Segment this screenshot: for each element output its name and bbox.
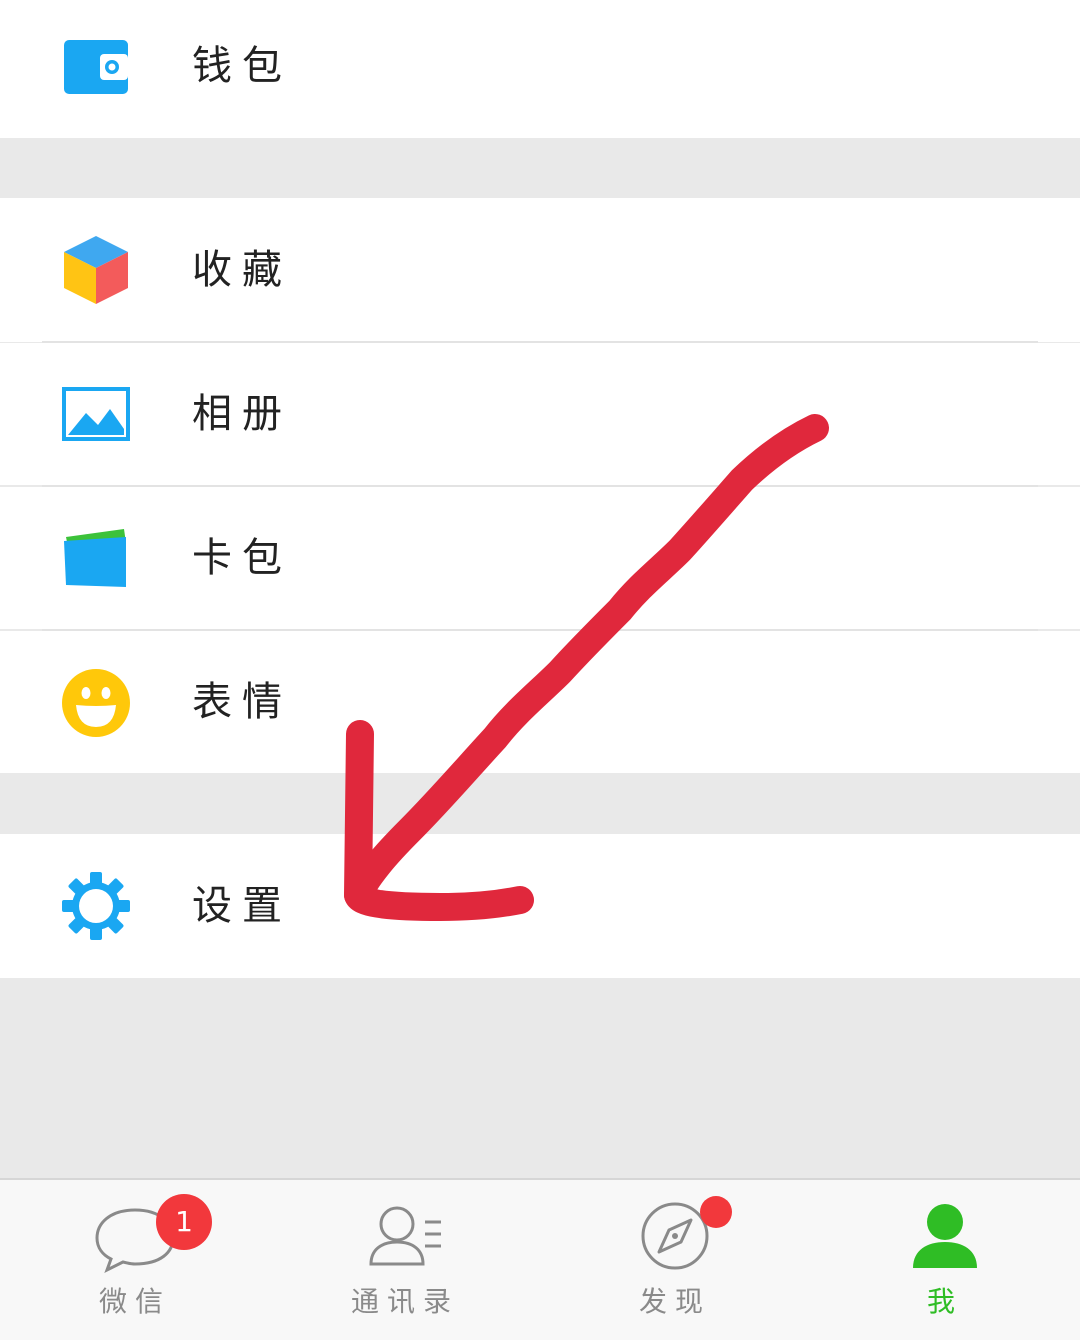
menu-item-label: 设置 [192,883,292,929]
menu-item-label: 收藏 [192,247,292,293]
tab-label: 我 [926,1285,963,1318]
card-icon [60,523,132,595]
contacts-icon [355,1198,455,1274]
gear-icon [60,870,132,942]
unread-badge: 1 [156,1194,212,1250]
menu-item-card-wallet[interactable]: 卡包 [0,487,1080,629]
tab-label: 微信 [98,1285,171,1318]
menu-item-label: 钱包 [192,43,292,89]
menu-item-album[interactable]: 相册 [0,343,1080,485]
menu-item-favorites[interactable]: 收藏 [0,198,1080,342]
menu-item-settings[interactable]: 设置 [0,834,1080,978]
wallet-icon [60,32,132,104]
tab-me[interactable]: 我 [810,1180,1080,1340]
tab-discover[interactable]: 发现 [540,1180,810,1340]
menu-item-stickers[interactable]: 表情 [0,631,1080,773]
menu-item-label: 相册 [192,391,292,437]
tab-contacts[interactable]: 通讯录 [270,1180,540,1340]
tab-label: 通讯录 [350,1285,459,1318]
menu-item-label: 表情 [192,679,292,725]
cube-icon [60,234,132,306]
notification-dot [700,1196,732,1228]
menu-item-label: 卡包 [192,535,292,581]
tab-label: 发现 [638,1285,711,1318]
picture-icon [60,379,132,451]
person-icon [895,1198,995,1274]
menu-item-wallet[interactable]: 钱包 [0,0,1080,138]
smiley-icon [60,667,132,739]
tab-chats[interactable]: 1 微信 [0,1180,270,1340]
bottom-tab-bar: 1 微信 通讯录 发现 我 [0,1178,1080,1340]
